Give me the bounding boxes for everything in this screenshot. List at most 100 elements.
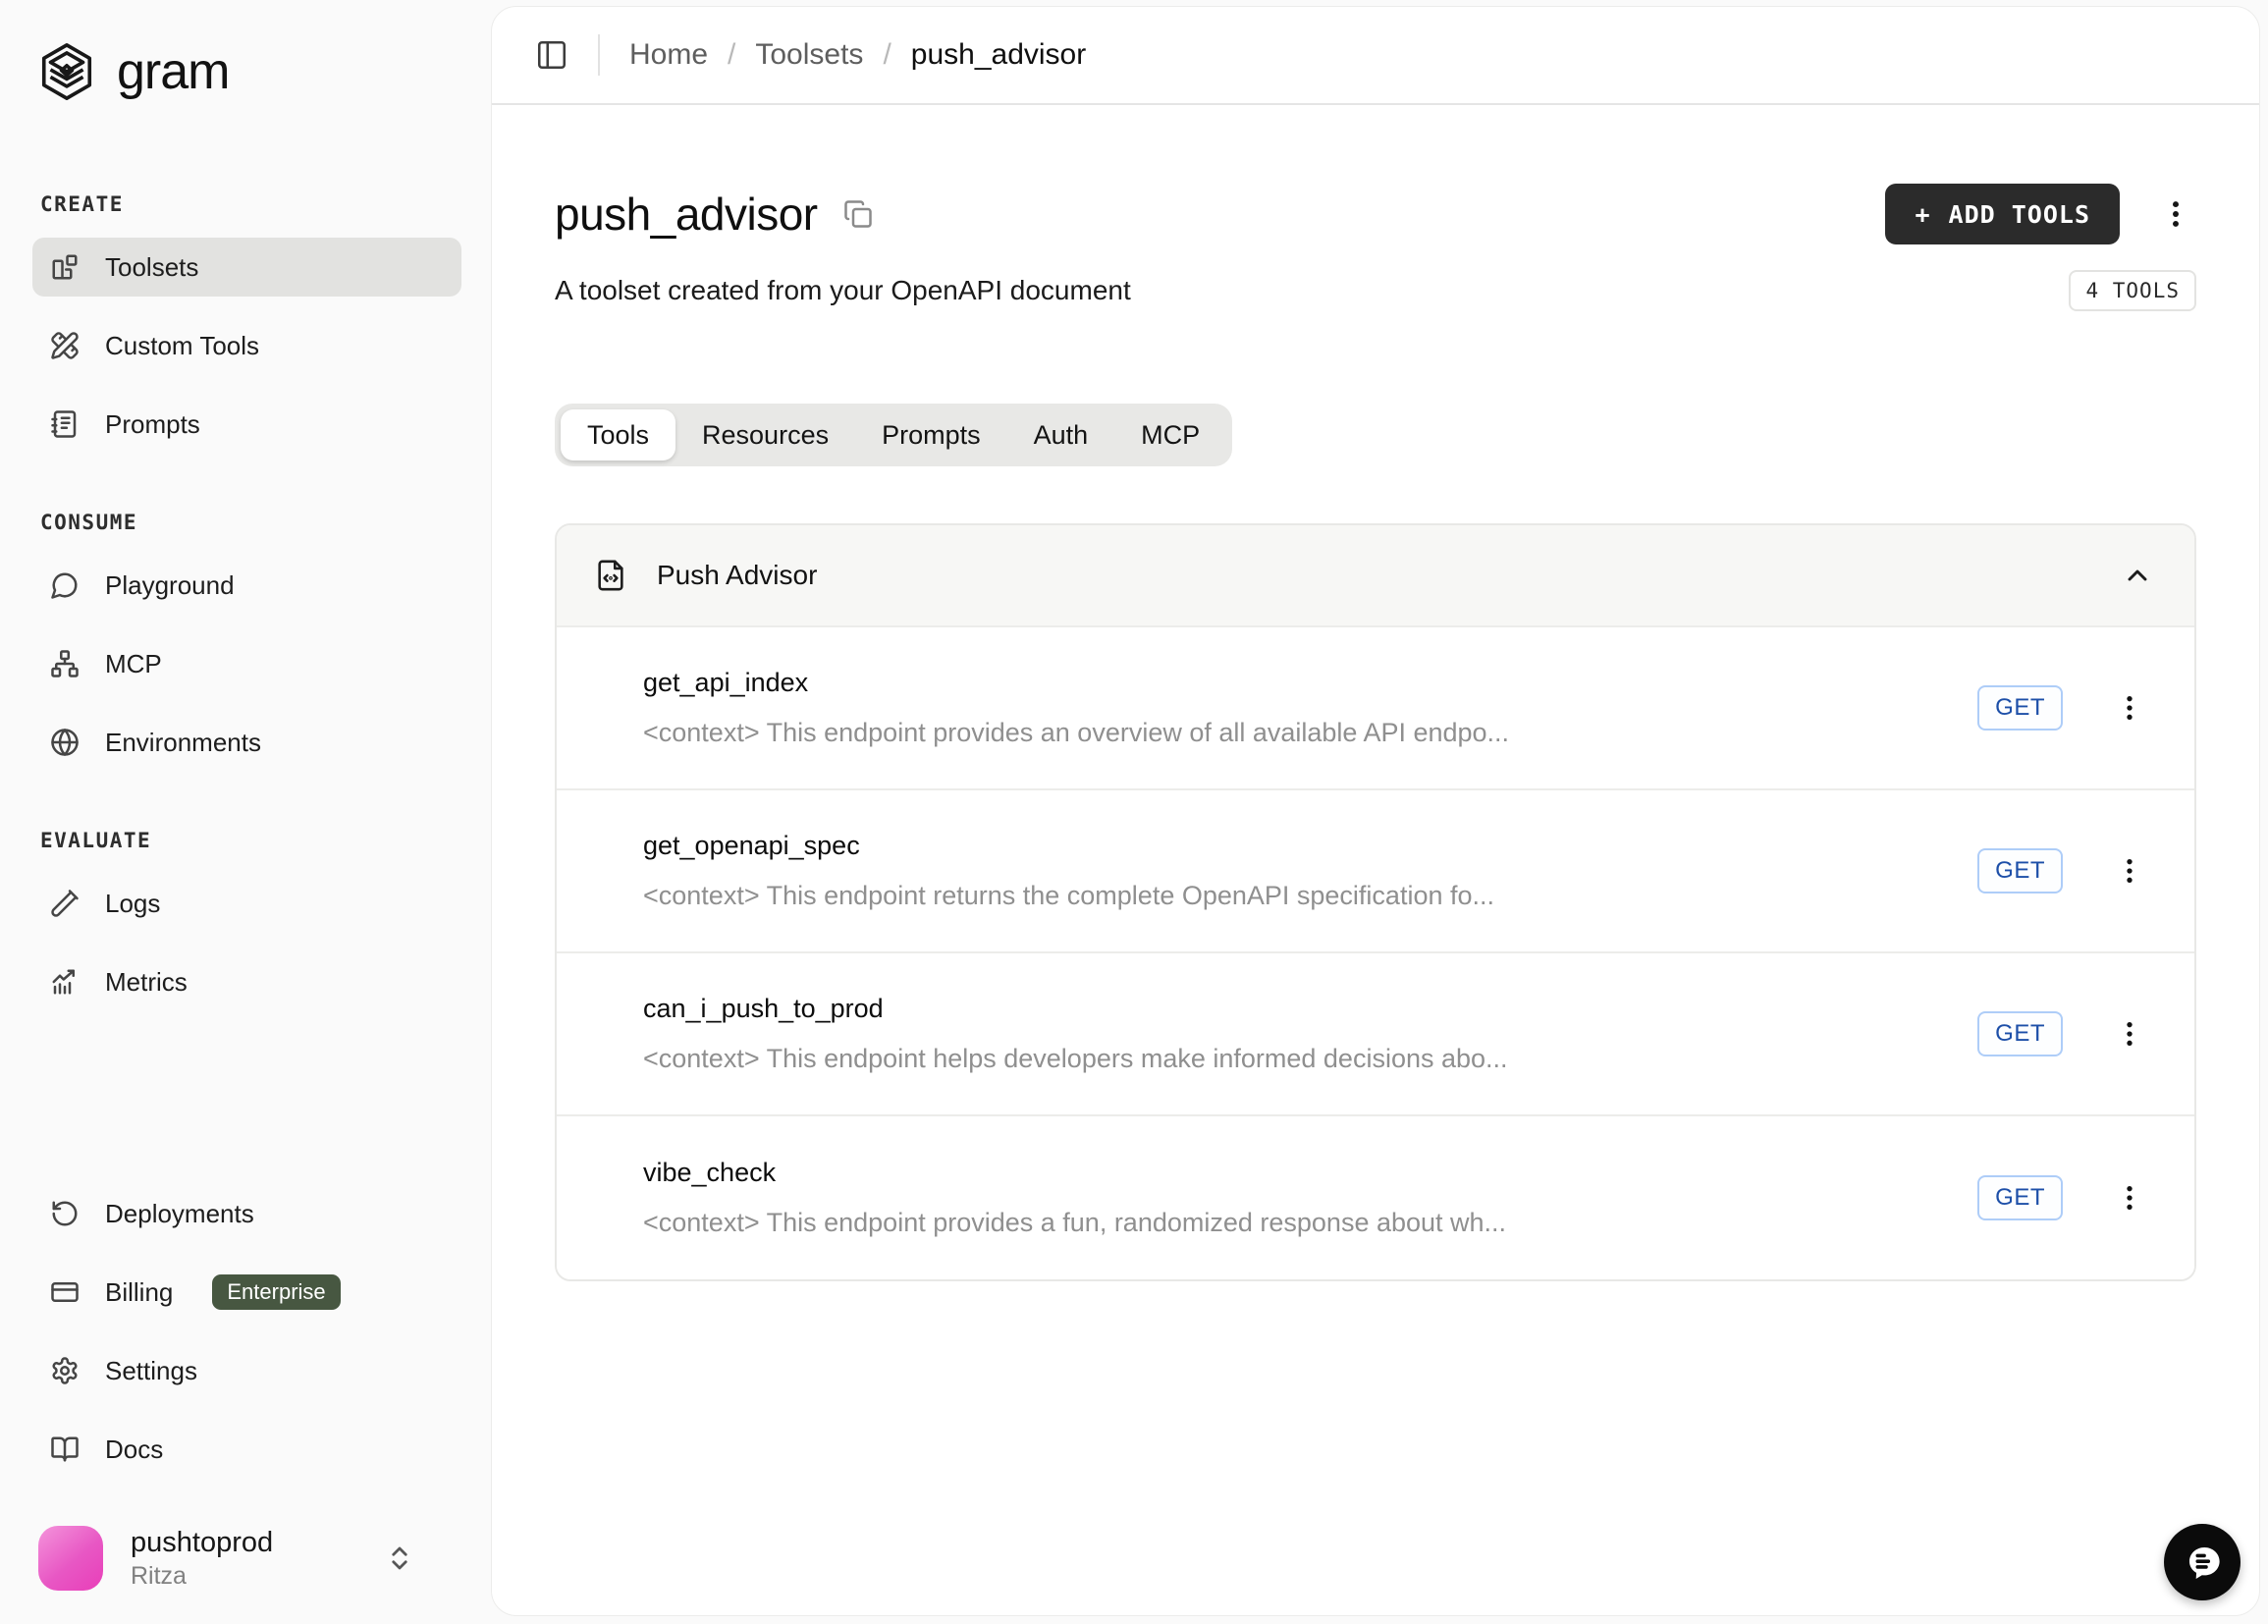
tool-name: vibe_check [643, 1158, 1977, 1188]
tool-group-card: Push Advisor get_api_index <context> Thi… [555, 523, 2196, 1281]
nav-section-consume: CONSUME Playground MCP Environments [32, 511, 461, 772]
method-badge: GET [1977, 848, 2063, 893]
breadcrumb-home[interactable]: Home [629, 38, 708, 72]
pencil-ruler-icon [50, 331, 80, 360]
tool-description: <context> This endpoint helps developers… [643, 1044, 1977, 1074]
history-icon [50, 1199, 80, 1228]
section-label: EVALUATE [40, 829, 461, 852]
tab-prompts[interactable]: Prompts [855, 409, 1007, 460]
breadcrumb-toolsets[interactable]: Toolsets [755, 38, 863, 72]
tool-description: <context> This endpoint provides an over… [643, 718, 1977, 748]
tool-info: vibe_check <context> This endpoint provi… [643, 1158, 1977, 1238]
sidebar-item-environments[interactable]: Environments [32, 713, 461, 772]
kebab-menu-icon [2114, 1182, 2145, 1214]
tab-tools[interactable]: Tools [561, 409, 675, 460]
kebab-menu-icon [2114, 855, 2145, 887]
topbar: Home / Toolsets / push_advisor [492, 7, 2259, 105]
chart-trend-icon [50, 967, 80, 997]
breadcrumb-current: push_advisor [911, 38, 1086, 72]
sidebar-item-label: Billing [105, 1277, 173, 1308]
sidebar-item-logs[interactable]: Logs [32, 874, 461, 933]
message-bubble-icon [50, 570, 80, 600]
tab-bar: Tools Resources Prompts Auth MCP [555, 404, 1232, 466]
tool-row: vibe_check <context> This endpoint provi… [557, 1116, 2194, 1279]
network-icon [50, 649, 80, 678]
page-title-text: push_advisor [555, 188, 818, 241]
user-name: Ritza [131, 1562, 357, 1591]
sidebar-item-label: Metrics [105, 967, 188, 998]
sidebar-item-label: Environments [105, 728, 261, 758]
method-badge: GET [1977, 1011, 2063, 1056]
tool-description: <context> This endpoint provides a fun, … [643, 1208, 1977, 1238]
copy-icon [843, 199, 873, 229]
gram-logo-icon [36, 41, 97, 102]
sidebar-item-deployments[interactable]: Deployments [32, 1184, 461, 1243]
add-tools-label: ADD TOOLS [1949, 200, 2090, 229]
chat-widget-button[interactable] [2164, 1524, 2241, 1600]
tool-name: get_api_index [643, 668, 1977, 698]
tool-menu-button[interactable] [2110, 851, 2149, 891]
plus-icon: + [1915, 200, 1930, 229]
brand[interactable]: gram [32, 41, 461, 102]
tool-group-name: Push Advisor [657, 560, 2088, 591]
kebab-menu-icon [2159, 197, 2192, 231]
sidebar-item-mcp[interactable]: MCP [32, 634, 461, 693]
sidebar-item-toolsets[interactable]: Toolsets [32, 238, 461, 297]
page-menu-button[interactable] [2155, 193, 2196, 235]
tools-count-badge: 4 TOOLS [2069, 270, 2196, 311]
tool-row: get_api_index <context> This endpoint pr… [557, 627, 2194, 790]
globe-icon [50, 728, 80, 757]
page-actions: + ADD TOOLS [1885, 184, 2196, 244]
sidebar-item-settings[interactable]: Settings [32, 1341, 461, 1400]
main-panel: Home / Toolsets / push_advisor push_advi… [491, 6, 2260, 1616]
tool-menu-button[interactable] [2110, 1014, 2149, 1054]
tool-menu-button[interactable] [2110, 688, 2149, 728]
tool-name: get_openapi_spec [643, 831, 1977, 861]
tool-info: get_api_index <context> This endpoint pr… [643, 668, 1977, 748]
brand-name: gram [117, 42, 229, 101]
kebab-menu-icon [2114, 1018, 2145, 1050]
tab-auth[interactable]: Auth [1007, 409, 1115, 460]
sidebar-item-label: Toolsets [105, 252, 198, 283]
account-switcher[interactable]: pushtoprod Ritza [32, 1526, 461, 1591]
gear-icon [50, 1356, 80, 1385]
tool-description: <context> This endpoint returns the comp… [643, 881, 1977, 911]
nav-section-evaluate: EVALUATE Logs Metrics [32, 829, 461, 1011]
book-open-icon [50, 1435, 80, 1464]
sidebar: gram CREATE Toolsets Custom Tools Prompt… [0, 0, 491, 1624]
sidebar-item-label: Prompts [105, 409, 200, 440]
tool-info: get_openapi_spec <context> This endpoint… [643, 831, 1977, 911]
sidebar-item-label: Settings [105, 1356, 197, 1386]
collapse-group-button[interactable] [2118, 556, 2157, 595]
copy-button[interactable] [843, 199, 873, 229]
sidebar-item-label: Playground [105, 570, 235, 601]
sidebar-item-label: Docs [105, 1435, 163, 1465]
sidebar-item-docs[interactable]: Docs [32, 1420, 461, 1479]
sidebar-item-metrics[interactable]: Metrics [32, 952, 461, 1011]
tab-resources[interactable]: Resources [675, 409, 855, 460]
section-label: CONSUME [40, 511, 461, 534]
notebook-icon [50, 409, 80, 439]
sidebar-item-billing[interactable]: Billing Enterprise [32, 1263, 461, 1322]
sidebar-item-playground[interactable]: Playground [32, 556, 461, 615]
content: push_advisor + ADD TOOLS A toolset creat… [492, 105, 2259, 1615]
breadcrumb-separator: / [883, 38, 891, 72]
method-badge: GET [1977, 1175, 2063, 1220]
sidebar-toggle-button[interactable] [535, 38, 568, 72]
page-title: push_advisor [555, 188, 873, 241]
chevron-up-icon [2122, 560, 2153, 591]
breadcrumb-separator: / [728, 38, 735, 72]
tool-group-header[interactable]: Push Advisor [557, 525, 2194, 627]
nav-spacer [32, 1068, 461, 1184]
file-code-icon [594, 559, 627, 592]
sidebar-item-label: MCP [105, 649, 162, 679]
tab-mcp[interactable]: MCP [1114, 409, 1226, 460]
credit-card-icon [50, 1277, 80, 1307]
sidebar-item-prompts[interactable]: Prompts [32, 395, 461, 454]
tool-menu-button[interactable] [2110, 1178, 2149, 1218]
add-tools-button[interactable]: + ADD TOOLS [1885, 184, 2120, 244]
sidebar-item-custom-tools[interactable]: Custom Tools [32, 316, 461, 375]
nav-section-bottom: Deployments Billing Enterprise Settings … [32, 1184, 461, 1479]
section-label: CREATE [40, 192, 461, 216]
sidebar-item-label: Logs [105, 889, 160, 919]
